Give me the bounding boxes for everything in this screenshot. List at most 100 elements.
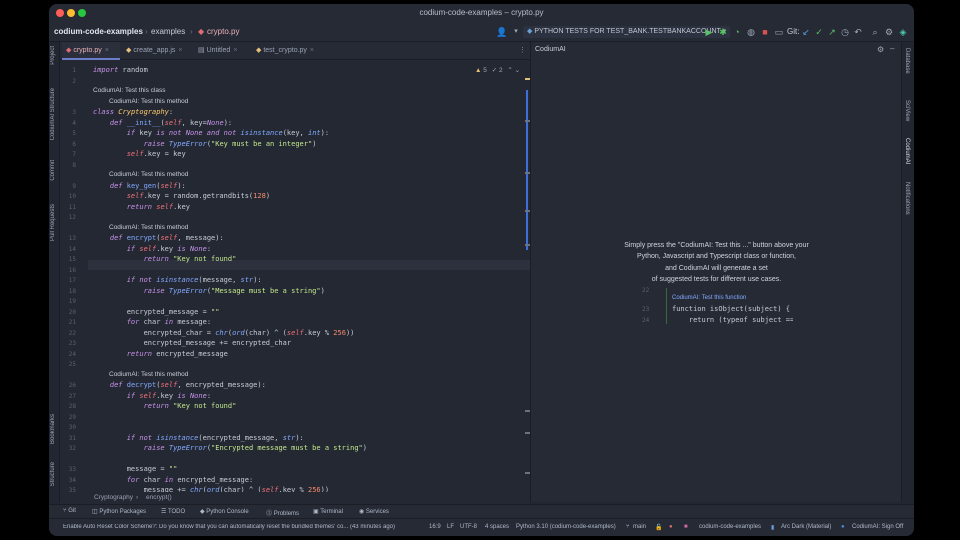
git-push-icon[interactable]: ↗ xyxy=(826,26,838,38)
stop-icon[interactable]: ■ xyxy=(759,26,771,38)
code-line[interactable]: for char in encrypted_message: xyxy=(93,476,253,484)
breadcrumb-file[interactable]: crypto.py xyxy=(207,27,239,36)
python-interpreter[interactable]: Python 3.10 (codium-code-examples) xyxy=(516,524,616,530)
code-line[interactable]: encrypted_message += encrypted_char xyxy=(93,339,292,347)
code-line[interactable]: raise TypeError("Message must be a strin… xyxy=(93,287,325,295)
code-line[interactable]: raise TypeError("Key must be an integer"… xyxy=(93,140,317,148)
run-configuration-select[interactable]: ◆ PYTHON TESTS FOR TEST_BANK.TESTBANKACC… xyxy=(523,26,731,38)
code-editor[interactable]: 1 2 3 4 5 6 7 8 9 10 11 12 13 14 15 16 17 18 19 20 21 22 23 24 2… xyxy=(60,60,530,492)
git-update-icon[interactable]: ↙ xyxy=(800,26,812,38)
debug-icon[interactable]: ✱ xyxy=(717,26,729,38)
code-line[interactable]: raise TypeError("Encrypted message must … xyxy=(93,444,367,452)
run-configuration-label: PYTHON TESTS FOR TEST_BANK.TESTBANKACCOU… xyxy=(534,28,721,35)
sciview-tool-button[interactable]: SciView xyxy=(904,100,910,121)
code-line[interactable]: def __init__(self, key=None): xyxy=(93,119,232,127)
code-line[interactable]: if self.key is None: xyxy=(93,245,211,253)
code-line[interactable]: def decrypt(self, encrypted_message): xyxy=(93,381,266,389)
tab-untitled[interactable]: ▤ Untitled × xyxy=(194,42,250,60)
codiumai-test-method-lens[interactable]: CodiumAI: Test this method xyxy=(109,98,188,105)
codiumai-sign-off[interactable]: CodiumAI: Sign Off xyxy=(852,524,903,530)
todo-tool-button[interactable]: ☰ TODO xyxy=(161,508,185,515)
breadcrumb-method[interactable]: encrypt() xyxy=(146,494,172,501)
git-branch[interactable]: main xyxy=(633,524,646,530)
code-line[interactable]: return "Key not found" xyxy=(93,255,237,263)
problems-tool-button[interactable]: ⓵ Problems xyxy=(266,508,299,517)
code-line[interactable]: if key is not None and not isinstance(ke… xyxy=(93,129,329,137)
project-name[interactable]: codium-code-examples xyxy=(699,524,761,530)
code-line[interactable]: import random xyxy=(93,66,148,74)
structure-tool-button[interactable]: Structure xyxy=(50,462,56,486)
codiumai-logo-icon[interactable]: ◈ xyxy=(897,26,909,38)
search-icon[interactable]: ⌕ xyxy=(869,26,881,38)
close-tab-icon[interactable]: × xyxy=(178,47,182,54)
notification-icon[interactable]: ● xyxy=(669,524,673,530)
indent-setting[interactable]: 4 spaces xyxy=(485,524,509,530)
rollback-icon[interactable]: ↶ xyxy=(852,26,864,38)
caret-position[interactable]: 16:9 xyxy=(429,524,441,530)
codiumai-structure-tool-button[interactable]: CodiumAI Structure xyxy=(50,88,56,140)
code-line[interactable]: if self.key is None: xyxy=(93,392,211,400)
run-icon[interactable]: ▶ xyxy=(703,26,715,38)
python-console-tool-button[interactable]: ◆ Python Console xyxy=(200,508,249,515)
code-line[interactable]: class Cryptography: xyxy=(93,108,173,116)
inspection-widget[interactable]: ▲ 5 ✓ 2 ⌃ ⌄ xyxy=(475,66,520,74)
python-packages-tool-button[interactable]: ◫ Python Packages xyxy=(92,508,146,515)
editor-scrollbar[interactable] xyxy=(523,60,530,492)
status-message[interactable]: Enable Auto Reset Color Scheme?: Do you … xyxy=(63,524,423,530)
next-highlight-icon[interactable]: ⌄ xyxy=(515,67,520,74)
close-tab-icon[interactable]: × xyxy=(310,47,314,54)
profile-icon[interactable]: ◍ xyxy=(745,26,757,38)
codiumai-test-method-lens[interactable]: CodiumAI: Test this method xyxy=(109,224,188,231)
code-line[interactable]: def key_gen(self): xyxy=(93,182,186,190)
code-line[interactable]: message = "" xyxy=(93,465,178,473)
gear-icon[interactable]: ⚙ xyxy=(883,26,895,38)
code-line[interactable]: if not isinstance(message, str): xyxy=(93,276,262,284)
history-icon[interactable]: ◷ xyxy=(839,26,851,38)
window-icon[interactable]: ▭ xyxy=(773,26,785,38)
line-separator[interactable]: LF xyxy=(447,524,454,530)
tab-crypto-py[interactable]: ◆ crypto.py × xyxy=(62,42,120,60)
git-tool-button[interactable]: ⑂ Git xyxy=(63,508,76,514)
code-line[interactable]: encrypted_message = "" xyxy=(93,308,220,316)
tab-test-crypto-py[interactable]: ◆ test_crypto.py × xyxy=(252,42,322,60)
code-line[interactable]: def encrypt(self, message): xyxy=(93,234,224,242)
database-tool-button[interactable]: Database xyxy=(904,48,910,74)
commit-tool-button[interactable]: Commit xyxy=(50,160,56,181)
terminal-tool-button[interactable]: ▣ Terminal xyxy=(313,508,343,515)
code-line[interactable]: self.key = key xyxy=(93,150,186,158)
code-line[interactable]: for char in message: xyxy=(93,318,211,326)
codiumai-tool-button[interactable]: CodiumAI xyxy=(904,138,910,164)
hide-panel-icon[interactable]: – xyxy=(890,44,894,53)
file-encoding[interactable]: UTF-8 xyxy=(460,524,477,530)
pull-requests-tool-button[interactable]: Pull Requests xyxy=(50,204,56,241)
breadcrumb-class[interactable]: Cryptography xyxy=(94,494,133,501)
code-line[interactable]: encrypted_char = chr(ord(char) ^ (self.k… xyxy=(93,329,355,337)
code-line[interactable]: return "Key not found" xyxy=(93,402,237,410)
breadcrumb-project[interactable]: codium-code-examples xyxy=(54,27,143,36)
git-commit-icon[interactable]: ✓ xyxy=(813,26,825,38)
codiumai-test-method-lens[interactable]: CodiumAI: Test this method xyxy=(109,371,188,378)
code-line[interactable]: return self.key xyxy=(93,203,190,211)
close-tab-icon[interactable]: × xyxy=(233,47,237,54)
close-tab-icon[interactable]: × xyxy=(105,47,109,54)
services-tool-button[interactable]: ◉ Services xyxy=(359,508,389,515)
scroll-thumb[interactable] xyxy=(526,90,528,250)
tab-create-app-js[interactable]: ◆ create_app.js × xyxy=(122,42,192,60)
user-icon[interactable]: 👤 xyxy=(496,26,508,38)
project-tool-button[interactable]: Project xyxy=(50,46,56,65)
lock-icon[interactable]: 🔓 xyxy=(655,524,662,531)
code-line[interactable]: return encrypted_message xyxy=(93,350,228,358)
theme-name[interactable]: Arc Dark (Material) xyxy=(781,524,831,530)
code-line[interactable]: self.key = random.getrandbits(128) xyxy=(93,192,270,200)
user-dropdown-icon[interactable]: ▾ xyxy=(510,26,522,38)
tab-list-menu-icon[interactable]: ⋮ xyxy=(515,42,526,60)
breadcrumb-folder[interactable]: examples xyxy=(151,27,185,36)
coverage-icon[interactable]: ◔ xyxy=(731,26,743,38)
gear-icon[interactable]: ⚙ xyxy=(877,45,884,54)
bookmarks-tool-button[interactable]: Bookmarks xyxy=(50,414,56,444)
code-line[interactable]: if not isinstance(encrypted_message, str… xyxy=(93,434,304,442)
previous-highlight-icon[interactable]: ⌃ xyxy=(507,67,512,74)
notifications-tool-button[interactable]: Notifications xyxy=(904,182,910,215)
codiumai-test-method-lens[interactable]: CodiumAI: Test this method xyxy=(109,171,188,178)
codiumai-test-class-lens[interactable]: CodiumAI: Test this class xyxy=(93,87,166,94)
